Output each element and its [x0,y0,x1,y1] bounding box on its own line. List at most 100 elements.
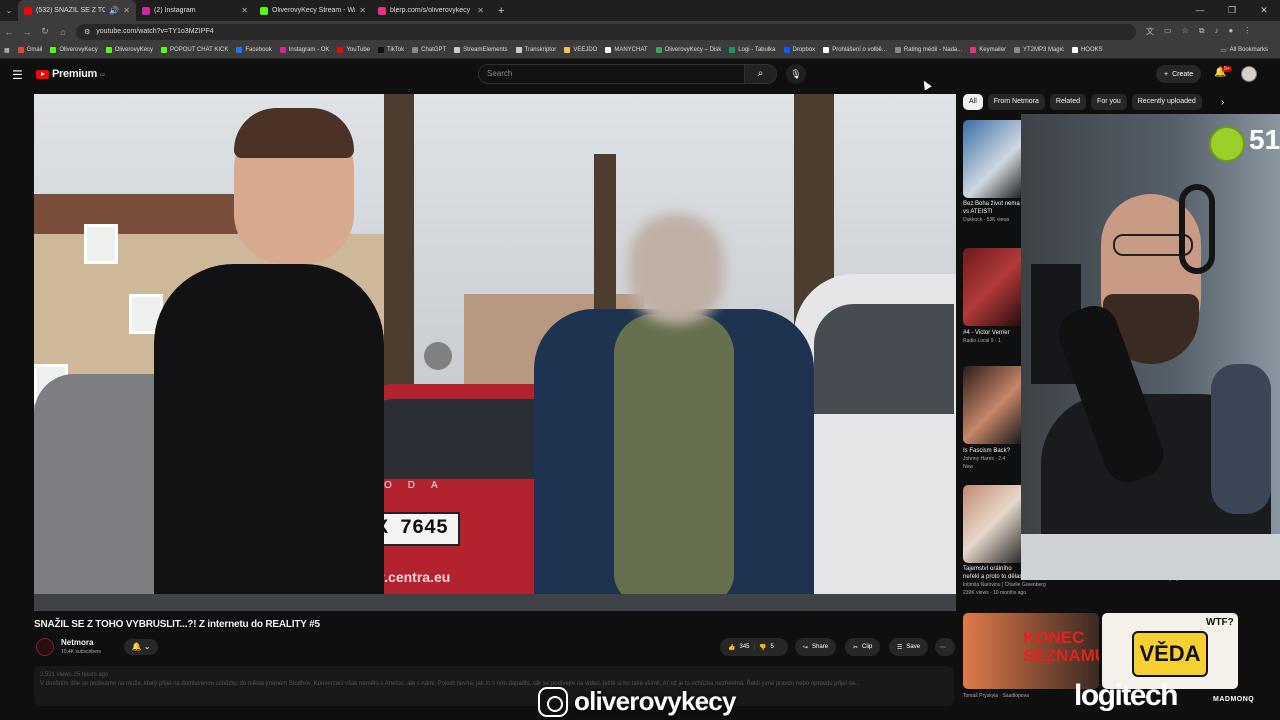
rec-item[interactable]: Bez Boha život nema vs ATEISTI Dukkock ·… [963,200,1023,224]
bookmark-item[interactable]: Keymailer [966,47,1010,53]
rec-item[interactable]: #4 - Victor Verrier Radio Local 9 · 1 [963,329,1023,345]
channel-avatar[interactable] [36,638,54,656]
bookmark-item[interactable]: OliverovyKecy [102,47,157,53]
bookmark-item[interactable]: TikTok [374,47,408,53]
maximize-icon[interactable]: ❐ [1216,0,1248,21]
bookmark-item[interactable]: YouTube [333,47,374,53]
bookmark-item[interactable]: VEEJDO [560,47,601,53]
search-icon[interactable]: ⌕ [745,64,777,84]
cast-icon[interactable]: ▭ [1164,26,1172,37]
rec-thumbnail-konec[interactable]: KONEC SEZNAMU? [963,613,1099,689]
bookmark-item[interactable]: Facebook [232,47,275,53]
youtube-premium-logo[interactable]: Premium CZ [36,68,105,80]
chip-related[interactable]: Related [1049,94,1087,110]
chevron-right-icon[interactable]: › [1221,97,1224,108]
bookmark-item[interactable]: ChatGPT [408,47,450,53]
reload-icon[interactable]: ↻ [36,26,54,37]
create-button[interactable]: + Create [1156,65,1202,83]
close-window-icon[interactable]: ✕ [1248,0,1280,21]
bookmark-favicon-icon [605,47,612,53]
home-icon[interactable]: ⌂ [54,27,72,37]
bookmark-item[interactable]: Dropbox [780,47,820,53]
bookmark-item[interactable]: Gmail [14,47,47,53]
chip-all[interactable]: All [963,94,983,110]
rec-thumbnail[interactable] [963,248,1021,326]
rec-item[interactable]: Is Fascism Back? Johnny Harris · 2.4 New [963,447,1023,471]
site-info-icon[interactable]: ⚙ [84,28,90,36]
url-field[interactable]: ⚙ youtube.com/watch?v=TY1o3MZIPF4 [76,23,1136,40]
video-description[interactable]: 2,521 views 25 hours ago V dnešním díle … [34,666,954,706]
rec-thumbnail[interactable] [963,366,1021,444]
video-car-brand: ODA [384,480,454,491]
bookmark-item[interactable]: Instagram - OK [276,47,334,53]
chevron-down-icon: ⌄ [143,642,151,651]
bookmark-favicon-icon [823,47,830,53]
rec-thumb-badge: WTF? [1206,617,1234,628]
tab-title: (532) SNAŽIL SE Z TOHO V [36,7,106,14]
hamburger-menu-icon[interactable]: ☰ [12,68,23,82]
rec-thumbnail[interactable] [963,485,1021,563]
bookmark-item[interactable]: POPOUT CHAT KICK [157,47,232,53]
video-player[interactable]: ODA X 7645 www.centra.eu [34,94,956,611]
save-button[interactable]: ☰ Save [889,638,929,656]
chip-recently-uploaded[interactable]: Recently uploaded [1131,94,1202,110]
forward-arrow-icon[interactable]: → [18,27,36,37]
share-button[interactable]: ↪ Share [795,638,837,656]
chip-for-you[interactable]: For you [1091,94,1127,110]
tab-youtube[interactable]: (532) SNAŽIL SE Z TOHO V 🔊 ✕ [18,0,136,21]
account-avatar[interactable] [1241,66,1257,82]
more-actions-button[interactable]: ⋯ [935,638,955,656]
bookmark-item[interactable]: Prohlášení o volbě... [819,47,891,53]
bookmark-label: HOOKS [1080,47,1103,53]
like-count[interactable]: 345 [739,644,749,650]
facecam-headphones [1179,184,1215,274]
rec-thumbnail-veda[interactable]: VĚDA WTF? [1102,613,1238,689]
channel-name[interactable]: Netmora [61,638,93,647]
translate-icon[interactable]: 文 [1146,26,1154,37]
clip-button[interactable]: ✂ Clip [845,638,881,656]
tab-kick[interactable]: OliverovyKecy Stream - Watch ✕ [254,0,372,21]
search-input[interactable]: Search [478,64,745,84]
profile-icon[interactable]: ● [1228,26,1233,37]
extensions-icon[interactable]: ⧉ [1199,26,1205,37]
bookmark-item[interactable]: HOOKS [1068,47,1107,53]
new-tab-plus-icon[interactable]: + [490,5,512,17]
bookmark-item[interactable]: StreamElements [450,47,511,53]
clip-label: Clip [862,644,873,650]
minimize-icon[interactable]: — [1184,0,1216,21]
bookmark-item[interactable]: OliverovyKecy – Disk [652,47,726,53]
bookmark-label: StreamElements [463,47,508,53]
dislike-count[interactable]: 5 [771,644,774,650]
close-tab-icon[interactable]: ✕ [123,6,130,15]
chip-from-netmora[interactable]: From Netmora [987,94,1045,110]
tab-blerp[interactable]: blerp.com/s/oliverovykecy ✕ [372,0,490,21]
rec-thumbnail[interactable] [963,120,1021,198]
bookmark-item[interactable]: Transkriptor [512,47,561,53]
bookmark-item[interactable]: Rating médií - Nada... [891,47,966,53]
tab-instagram[interactable]: (2) Instagram ✕ [136,0,254,21]
tab-search-icon[interactable]: ⌄ [0,0,18,21]
bookmark-item[interactable]: YT2MP3 Magic [1010,47,1068,53]
back-arrow-icon[interactable]: ← [0,27,18,37]
voice-search-mic-icon[interactable]: 🎙 [786,64,806,84]
close-tab-icon[interactable]: ✕ [241,6,248,15]
thumbs-down-icon[interactable]: 👎 [759,644,766,651]
close-tab-icon[interactable]: ✕ [477,6,484,15]
share-icon: ↪ [803,644,809,651]
all-bookmarks-button[interactable]: ▭ All Bookmarks [1217,47,1272,54]
subscribed-bell-button[interactable]: 🔔 ⌄ [124,639,158,655]
apps-grid-icon[interactable]: ▦ [0,47,14,54]
thumbs-up-icon[interactable]: 👍 [728,644,735,651]
media-icon[interactable]: ♪ [1214,26,1218,37]
bookmark-favicon-icon [564,47,571,53]
bookmark-item[interactable]: OliverovyKecy [46,47,101,53]
bookmark-label: Dropbox [792,47,816,53]
description-meta: 2,521 views 25 hours ago [40,672,109,678]
bookmark-item[interactable]: Logi - Tabulka [725,47,779,53]
bookmark-favicon-icon [236,47,243,53]
bookmark-star-icon[interactable]: ☆ [1182,26,1189,37]
menu-dots-icon[interactable]: ⋮ [1243,26,1251,37]
bookmark-item[interactable]: MANYCHAT [601,47,651,53]
more-dots-icon: ⋯ [940,644,946,651]
close-tab-icon[interactable]: ✕ [359,6,366,15]
